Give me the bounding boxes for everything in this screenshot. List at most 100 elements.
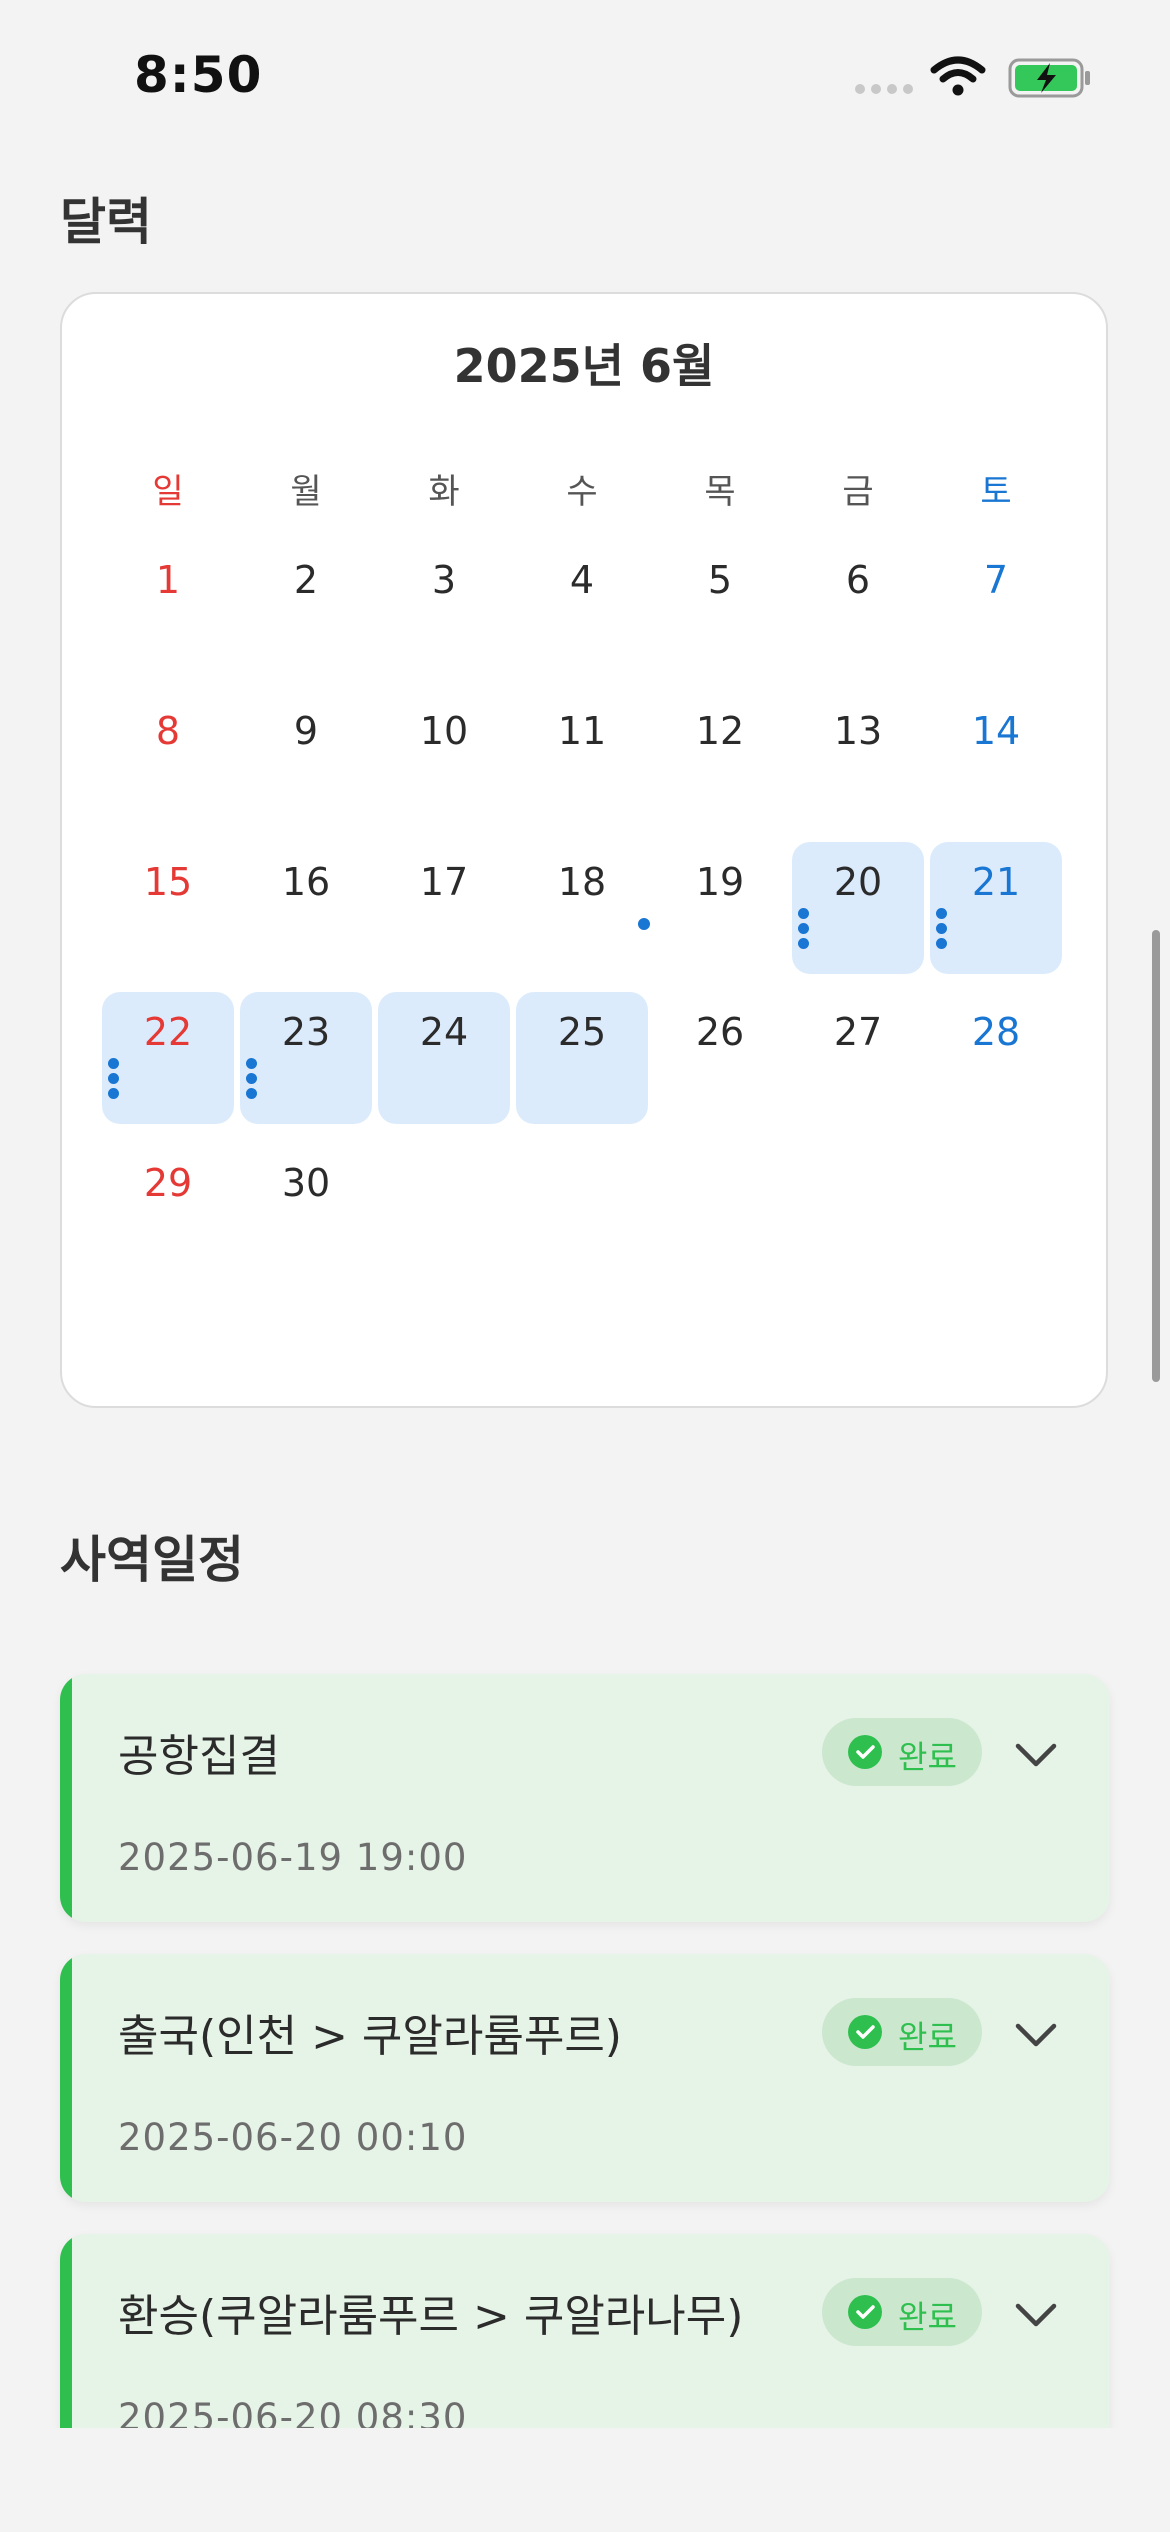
calendar-day-number: 1 (155, 558, 181, 602)
calendar-day[interactable]: 11 (516, 691, 648, 823)
calendar-day-number: 30 (281, 1161, 331, 1205)
status-badge: 완료 (822, 2278, 982, 2346)
chevron-down-icon[interactable] (1012, 2292, 1060, 2340)
calendar-day[interactable]: 9 (240, 691, 372, 823)
calendar-day[interactable]: 29 (102, 1143, 234, 1275)
chevron-down-icon[interactable] (1012, 1732, 1060, 1780)
schedule-datetime: 2025-06-19 19:00 (118, 1836, 468, 1879)
card-accent-bar (60, 1674, 72, 1922)
cellular-signal-icon (855, 84, 913, 94)
calendar-day[interactable]: 1 (102, 540, 234, 672)
calendar-day[interactable]: 25 (516, 992, 648, 1124)
status-badge-label: 완료 (898, 2018, 957, 2056)
calendar-month-label: 2025년 6월 (453, 339, 715, 393)
calendar-day-number: 4 (569, 558, 595, 602)
calendar-section-title: 달력 (60, 193, 152, 251)
calendar-day[interactable]: 13 (792, 691, 924, 823)
calendar-day[interactable]: 8 (102, 691, 234, 823)
calendar-day-number: 6 (845, 558, 871, 602)
calendar-day[interactable]: 12 (654, 691, 786, 823)
calendar-day-number: 18 (557, 860, 607, 904)
calendar-day[interactable]: 6 (792, 540, 924, 672)
schedule-card[interactable]: 공항집결 완료 2025-06-19 19:00 (60, 1674, 1110, 1922)
scrollbar[interactable] (1152, 930, 1160, 1382)
weekday-header: 수 (566, 472, 598, 512)
calendar-day-number: 19 (695, 860, 745, 904)
weekday-header: 화 (428, 472, 460, 512)
calendar-day-number: 20 (833, 860, 883, 904)
schedule-name: 출국(인천 > 쿠알라룸푸르) (118, 2011, 622, 2062)
weekday-header: 목 (704, 472, 736, 512)
calendar-day-number: 26 (695, 1010, 745, 1054)
status-bar: 8:50 (0, 0, 1170, 150)
weekday-header: 토 (980, 472, 1012, 512)
schedule-datetime: 2025-06-20 00:10 (118, 2116, 468, 2159)
calendar-day-number: 5 (707, 558, 733, 602)
check-circle-icon (848, 2295, 882, 2329)
calendar-day-number: 15 (143, 860, 193, 904)
calendar-day[interactable]: 26 (654, 992, 786, 1124)
event-marker-icon (936, 908, 947, 949)
calendar-day[interactable]: 17 (378, 842, 510, 974)
calendar-day[interactable]: 10 (378, 691, 510, 823)
schedule-name: 환승(쿠알라룸푸르 > 쿠알라나무) (118, 2291, 744, 2342)
status-time: 8:50 (134, 46, 263, 104)
calendar-day[interactable]: 21 (930, 842, 1062, 974)
event-marker-icon (108, 1058, 119, 1099)
calendar-day-number: 9 (293, 709, 319, 753)
calendar-day-number: 3 (431, 558, 457, 602)
calendar-day-number: 12 (695, 709, 745, 753)
calendar-day-number: 2 (293, 558, 319, 602)
calendar-day[interactable]: 27 (792, 992, 924, 1124)
card-accent-bar (60, 1954, 72, 2202)
chevron-down-icon[interactable] (1012, 2012, 1060, 2060)
calendar-day-number: 13 (833, 709, 883, 753)
check-circle-icon (848, 1735, 882, 1769)
calendar-day[interactable]: 16 (240, 842, 372, 974)
calendar-day-number: 14 (971, 709, 1021, 753)
calendar-day[interactable]: 5 (654, 540, 786, 672)
calendar-day[interactable]: 30 (240, 1143, 372, 1275)
calendar-day-number: 29 (143, 1161, 193, 1205)
calendar-day-number: 25 (557, 1010, 607, 1054)
status-badge-label: 완료 (898, 2298, 957, 2336)
calendar-day[interactable]: 20 (792, 842, 924, 974)
calendar-day-number: 10 (419, 709, 469, 753)
calendar-day[interactable]: 15 (102, 842, 234, 974)
calendar-day-number: 11 (557, 709, 607, 753)
calendar-day-number: 21 (971, 860, 1021, 904)
calendar-day[interactable]: 2 (240, 540, 372, 672)
calendar-day-number: 17 (419, 860, 469, 904)
event-dot-icon (638, 918, 650, 930)
calendar-day[interactable]: 19 (638, 842, 786, 974)
calendar-day[interactable]: 24 (378, 992, 510, 1124)
status-badge: 완료 (822, 1998, 982, 2066)
calendar-day-number: 27 (833, 1010, 883, 1054)
calendar-day-number: 23 (281, 1010, 331, 1054)
calendar-day[interactable]: 4 (516, 540, 648, 672)
calendar-day[interactable]: 22 (102, 992, 234, 1124)
check-circle-icon (848, 2015, 882, 2049)
calendar-day[interactable]: 28 (930, 992, 1062, 1124)
schedule-card[interactable]: 출국(인천 > 쿠알라룸푸르) 완료 2025-06-20 00:10 (60, 1954, 1110, 2202)
calendar-day-number: 8 (155, 709, 181, 753)
schedule-name: 공항집결 (118, 1731, 280, 1782)
calendar-day-number: 16 (281, 860, 331, 904)
calendar-card: 2025년 6월 일 월 화 수 목 금 토 1 2 3 4 5 6 7 8 9 10 11 12 13 14 15 16 1… (60, 292, 1108, 1408)
calendar-day[interactable]: 3 (378, 540, 510, 672)
weekday-header: 금 (842, 472, 874, 512)
calendar-day-number: 24 (419, 1010, 469, 1054)
calendar-day[interactable]: 14 (930, 691, 1062, 823)
calendar-day-number: 22 (143, 1010, 193, 1054)
calendar-day[interactable]: 18 (516, 842, 648, 974)
calendar-day[interactable]: 23 (240, 992, 372, 1124)
battery-charging-icon (1008, 58, 1090, 98)
status-badge: 완료 (822, 1718, 982, 1786)
status-badge-label: 완료 (898, 1738, 957, 1776)
weekday-header: 일 (152, 472, 184, 512)
calendar-day[interactable]: 7 (930, 540, 1062, 672)
bottom-safe-area (0, 2428, 1170, 2532)
calendar-day-number: 7 (983, 558, 1009, 602)
calendar-day-number: 28 (971, 1010, 1021, 1054)
event-marker-icon (246, 1058, 257, 1099)
